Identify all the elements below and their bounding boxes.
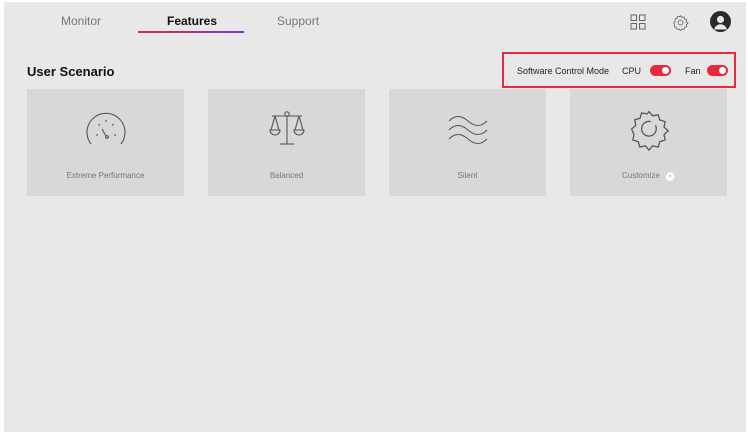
fan-toggle-label: Fan — [685, 66, 701, 76]
scenario-card-silent[interactable]: Silent — [389, 89, 546, 196]
settings-icon[interactable] — [670, 12, 690, 32]
cpu-toggle[interactable] — [650, 65, 671, 76]
scenario-label: Balanced — [269, 171, 304, 180]
fan-toggle[interactable] — [707, 65, 728, 76]
page-title: User Scenario — [27, 64, 115, 79]
app-window: Monitor Features Support User Scenario S… — [4, 2, 746, 432]
fan-toggle-knob — [719, 67, 726, 74]
user-avatar-icon[interactable] — [710, 11, 731, 32]
scenario-label: Silent — [457, 171, 478, 180]
scenario-card-extreme-performance[interactable]: Extreme Performance — [27, 89, 184, 196]
customize-label: Customize — [621, 171, 660, 181]
balance-scale-icon — [268, 111, 305, 145]
grid-icon[interactable] — [628, 12, 648, 32]
speedometer-icon — [86, 112, 125, 145]
scenario-label: Extreme Performance — [66, 171, 145, 180]
software-control-mode-label: Software Control Mode — [517, 66, 610, 76]
cpu-toggle-label: CPU — [622, 66, 642, 76]
customize-settings-icon[interactable] — [665, 171, 675, 181]
tab-features[interactable]: Features — [167, 14, 217, 28]
waves-icon — [448, 115, 487, 145]
cpu-toggle-knob — [662, 67, 669, 74]
scenario-card-customize[interactable]: Customize — [570, 89, 727, 196]
software-control-mode-panel: Software Control Mode CPU Fan — [502, 52, 736, 88]
gear-icon — [630, 110, 669, 151]
tab-monitor[interactable]: Monitor — [61, 14, 101, 28]
scenario-card-balanced[interactable]: Balanced — [208, 89, 365, 196]
scenario-label: Customize — [570, 171, 727, 181]
tab-support[interactable]: Support — [277, 14, 319, 28]
active-tab-indicator — [138, 31, 244, 33]
